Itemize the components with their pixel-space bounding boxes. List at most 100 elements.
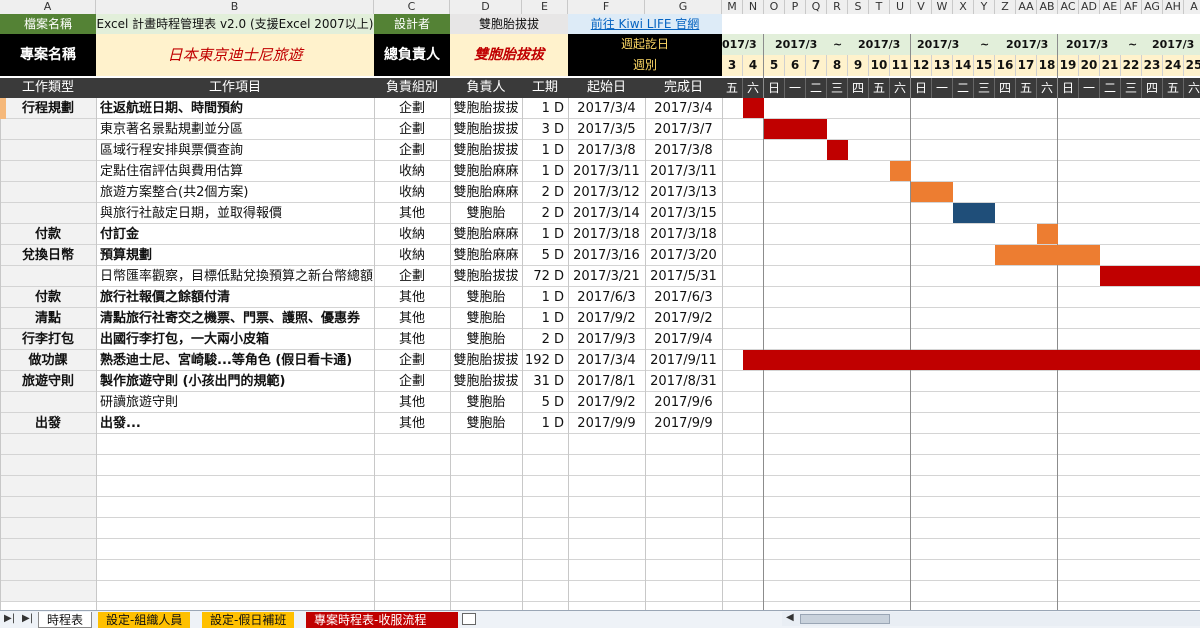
column-letter[interactable]: U xyxy=(890,0,911,14)
column-letter[interactable]: T xyxy=(869,0,890,14)
task-type-cell[interactable] xyxy=(0,266,96,287)
header-group[interactable]: 負責組別 xyxy=(374,78,450,98)
column-letter[interactable]: AA xyxy=(1016,0,1037,14)
duration-cell[interactable]: 5 D xyxy=(522,245,568,266)
duration-cell[interactable]: 5 D xyxy=(522,392,568,413)
group-cell[interactable]: 收納 xyxy=(374,161,450,182)
column-letter-f[interactable]: F xyxy=(568,0,645,14)
tab-nav-first-icon[interactable]: ▶| xyxy=(4,613,15,624)
sheet-tab-holiday[interactable]: 設定-假日補班 xyxy=(202,612,295,628)
header-task-item[interactable]: 工作項目 xyxy=(96,78,374,98)
start-date-cell[interactable]: 2017/3/11 xyxy=(568,161,645,182)
end-date-cell[interactable]: 2017/3/7 xyxy=(645,119,722,140)
owner-cell[interactable]: 雙胞胎 xyxy=(450,203,522,224)
task-item-cell[interactable]: 往返航班日期、時間預約 xyxy=(96,98,374,119)
start-date-cell[interactable]: 2017/3/4 xyxy=(568,98,645,119)
task-item-cell[interactable]: 出國行李打包，一大兩小皮箱 xyxy=(96,329,374,350)
start-date-cell[interactable]: 2017/3/21 xyxy=(568,266,645,287)
start-date-cell[interactable]: 2017/9/2 xyxy=(568,308,645,329)
task-type-cell[interactable] xyxy=(0,203,96,224)
task-type-cell[interactable] xyxy=(0,392,96,413)
task-type-cell[interactable]: 行程規劃 xyxy=(0,98,96,119)
owner-cell[interactable]: 雙胞胎拔拔 xyxy=(450,350,522,371)
owner-cell[interactable]: 雙胞胎麻麻 xyxy=(450,161,522,182)
end-date-cell[interactable]: 2017/9/4 xyxy=(645,329,722,350)
sheet-tab-org[interactable]: 設定-組織人員 xyxy=(98,612,191,628)
column-letter[interactable]: AC xyxy=(1058,0,1079,14)
start-date-cell[interactable]: 2017/3/4 xyxy=(568,350,645,371)
end-date-cell[interactable]: 2017/5/31 xyxy=(645,266,722,287)
sheet-tab-schedule[interactable]: 時程表 xyxy=(38,612,93,628)
end-date-cell[interactable]: 2017/9/2 xyxy=(645,308,722,329)
group-cell[interactable]: 其他 xyxy=(374,329,450,350)
group-cell[interactable]: 企劃 xyxy=(374,98,450,119)
start-date-cell[interactable]: 2017/3/8 xyxy=(568,140,645,161)
owner-cell[interactable]: 雙胞胎拔拔 xyxy=(450,266,522,287)
owner-cell[interactable]: 雙胞胎拔拔 xyxy=(450,98,522,119)
start-date-cell[interactable]: 2017/3/18 xyxy=(568,224,645,245)
header-start-date[interactable]: 起始日 xyxy=(568,78,645,98)
group-cell[interactable]: 其他 xyxy=(374,203,450,224)
end-date-cell[interactable]: 2017/9/6 xyxy=(645,392,722,413)
owner-cell[interactable]: 雙胞胎 xyxy=(450,392,522,413)
task-type-cell[interactable]: 旅遊守則 xyxy=(0,371,96,392)
start-date-cell[interactable]: 2017/8/1 xyxy=(568,371,645,392)
owner-cell[interactable]: 雙胞胎 xyxy=(450,308,522,329)
scrollbar-thumb[interactable] xyxy=(800,614,890,624)
group-cell[interactable]: 其他 xyxy=(374,308,450,329)
duration-cell[interactable]: 1 D xyxy=(522,98,568,119)
duration-cell[interactable]: 2 D xyxy=(522,329,568,350)
task-item-cell[interactable]: 出發... xyxy=(96,413,374,434)
owner-cell[interactable]: 雙胞胎麻麻 xyxy=(450,224,522,245)
task-item-cell[interactable]: 定點住宿評估與費用估算 xyxy=(96,161,374,182)
column-letter[interactable]: AB xyxy=(1037,0,1058,14)
task-item-cell[interactable]: 清點旅行社寄交之機票、門票、護照、優惠券 xyxy=(96,308,374,329)
column-letter[interactable]: W xyxy=(932,0,953,14)
column-letter-c[interactable]: C xyxy=(374,0,450,14)
duration-cell[interactable]: 3 D xyxy=(522,119,568,140)
column-letter-e[interactable]: E xyxy=(522,0,568,14)
start-date-cell[interactable]: 2017/9/9 xyxy=(568,413,645,434)
group-cell[interactable]: 其他 xyxy=(374,413,450,434)
column-letter-d[interactable]: D xyxy=(450,0,522,14)
duration-cell[interactable]: 2 D xyxy=(522,203,568,224)
duration-cell[interactable]: 1 D xyxy=(522,140,568,161)
column-letter-a[interactable]: A xyxy=(0,0,96,14)
start-date-cell[interactable]: 2017/6/3 xyxy=(568,287,645,308)
column-letter[interactable]: P xyxy=(785,0,806,14)
end-date-cell[interactable]: 2017/9/9 xyxy=(645,413,722,434)
task-item-cell[interactable]: 區域行程安排與票價查詢 xyxy=(96,140,374,161)
column-letter[interactable]: S xyxy=(848,0,869,14)
column-letter[interactable]: Q xyxy=(806,0,827,14)
group-cell[interactable]: 收納 xyxy=(374,224,450,245)
header-duration[interactable]: 工期 xyxy=(522,78,568,98)
task-item-cell[interactable]: 東京著名景點規劃並分區 xyxy=(96,119,374,140)
column-letter[interactable]: AD xyxy=(1079,0,1100,14)
column-letter[interactable]: AH xyxy=(1163,0,1184,14)
task-item-cell[interactable]: 熟悉迪士尼、宮崎駿...等角色 (假日看卡通) xyxy=(96,350,374,371)
end-date-cell[interactable]: 2017/3/20 xyxy=(645,245,722,266)
column-letter[interactable]: V xyxy=(911,0,932,14)
scrollbar-left-icon[interactable]: ◀ xyxy=(786,612,794,623)
group-cell[interactable]: 其他 xyxy=(374,287,450,308)
column-letter[interactable]: Y xyxy=(974,0,995,14)
start-date-cell[interactable]: 2017/3/12 xyxy=(568,182,645,203)
duration-cell[interactable]: 1 D xyxy=(522,287,568,308)
task-type-cell[interactable]: 付款 xyxy=(0,287,96,308)
task-type-cell[interactable] xyxy=(0,161,96,182)
group-cell[interactable]: 收納 xyxy=(374,245,450,266)
sheet-tab-project[interactable]: 專案時程表-收服流程 xyxy=(306,612,458,628)
task-item-cell[interactable]: 與旅行社敲定日期，並取得報價 xyxy=(96,203,374,224)
duration-cell[interactable]: 1 D xyxy=(522,413,568,434)
start-date-cell[interactable]: 2017/9/3 xyxy=(568,329,645,350)
task-item-cell[interactable]: 研讀旅遊守則 xyxy=(96,392,374,413)
column-letter[interactable]: AG xyxy=(1142,0,1163,14)
column-letter[interactable]: N xyxy=(743,0,764,14)
owner-cell[interactable]: 雙胞胎麻麻 xyxy=(450,182,522,203)
task-type-cell[interactable] xyxy=(0,182,96,203)
task-type-cell[interactable]: 出發 xyxy=(0,413,96,434)
task-item-cell[interactable]: 預算規劃 xyxy=(96,245,374,266)
group-cell[interactable]: 收納 xyxy=(374,182,450,203)
end-date-cell[interactable]: 2017/9/11 xyxy=(645,350,722,371)
duration-cell[interactable]: 1 D xyxy=(522,161,568,182)
